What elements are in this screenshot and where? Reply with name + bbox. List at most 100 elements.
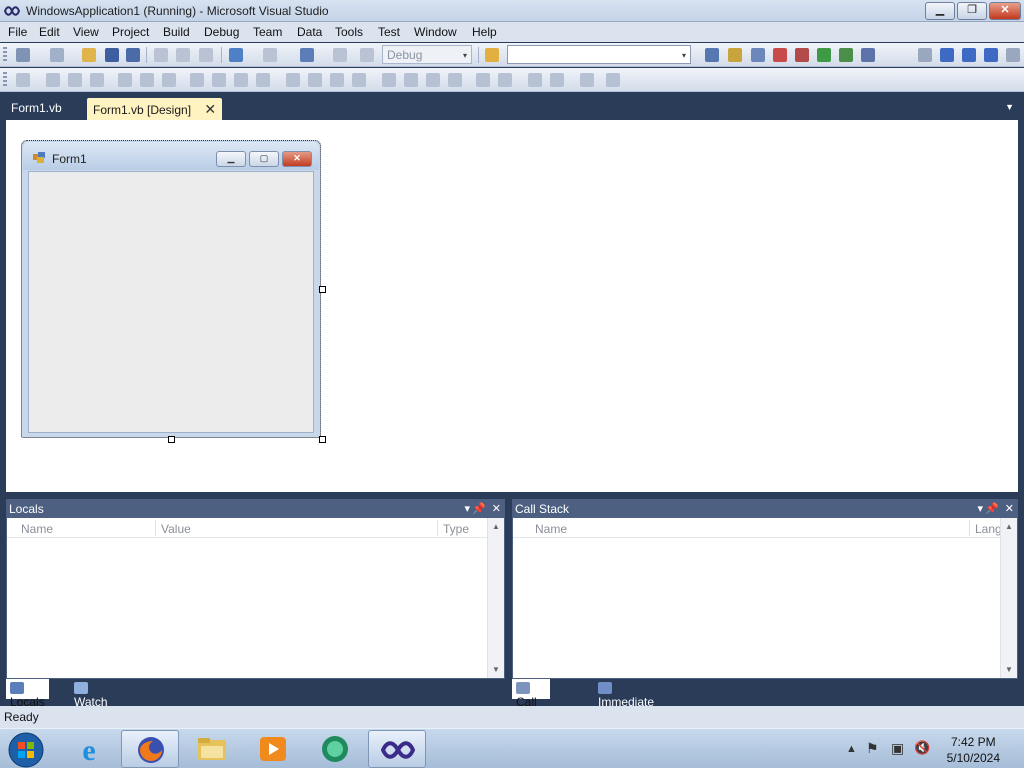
team-explorer-icon[interactable] bbox=[795, 48, 809, 62]
menu-view[interactable]: View bbox=[73, 25, 99, 39]
column-divider[interactable] bbox=[969, 520, 970, 536]
menu-team[interactable]: Team bbox=[253, 25, 282, 39]
column-language[interactable]: Lang bbox=[975, 522, 1002, 536]
menu-tools[interactable]: Tools bbox=[335, 25, 363, 39]
decrease-vertical-spacing-icon[interactable] bbox=[426, 73, 440, 87]
panel-options-icon[interactable]: ▾ bbox=[977, 502, 983, 515]
start-debugging-icon[interactable] bbox=[360, 48, 374, 62]
tab-locals[interactable]: Locals bbox=[6, 679, 49, 709]
remove-vertical-spacing-icon[interactable] bbox=[448, 73, 462, 87]
action-center-flag-icon[interactable]: ⚑ bbox=[866, 740, 879, 757]
paste-icon[interactable] bbox=[199, 48, 213, 62]
close-icon[interactable]: ✕ bbox=[1005, 502, 1014, 515]
remove-horizontal-spacing-icon[interactable] bbox=[352, 73, 366, 87]
tab-form1-vb[interactable]: Form1.vb bbox=[5, 98, 68, 120]
toolbox-icon[interactable] bbox=[773, 48, 787, 62]
center-vertically-icon[interactable] bbox=[498, 73, 512, 87]
resize-handle-bottom[interactable] bbox=[168, 436, 175, 443]
size-to-grid-icon[interactable] bbox=[212, 73, 226, 87]
menu-build[interactable]: Build bbox=[163, 25, 190, 39]
solution-explorer-icon[interactable] bbox=[705, 48, 719, 62]
align-bottoms-icon[interactable] bbox=[162, 73, 176, 87]
cut-icon[interactable] bbox=[154, 48, 168, 62]
toolbar-grip[interactable] bbox=[3, 72, 7, 88]
align-rights-icon[interactable] bbox=[90, 73, 104, 87]
column-type[interactable]: Type bbox=[443, 522, 469, 536]
close-icon[interactable]: ✕ bbox=[492, 502, 501, 515]
volume-muted-icon[interactable]: 🔇 bbox=[914, 740, 930, 756]
make-same-height-icon[interactable] bbox=[234, 73, 248, 87]
align-middles-icon[interactable] bbox=[140, 73, 154, 87]
close-button[interactable]: ✕ bbox=[989, 2, 1021, 20]
find-combo-box[interactable]: ▾ bbox=[507, 45, 691, 64]
scroll-up-icon[interactable]: ▲ bbox=[492, 522, 500, 531]
save-all-icon[interactable] bbox=[126, 48, 140, 62]
align-centers-icon[interactable] bbox=[68, 73, 82, 87]
horizontal-spacing-icon[interactable] bbox=[286, 73, 300, 87]
tab-watch1[interactable]: Watch 1 bbox=[70, 679, 112, 723]
new-project-icon[interactable] bbox=[16, 48, 30, 62]
form1-designer[interactable]: Form1 ▁ ▢ ✕ bbox=[21, 140, 321, 438]
show-hidden-icons-icon[interactable]: ▲ bbox=[846, 743, 857, 755]
tab-call-stack[interactable]: Call Stack bbox=[512, 679, 551, 723]
make-same-width-icon[interactable] bbox=[190, 73, 204, 87]
break-all-icon[interactable] bbox=[940, 48, 954, 62]
align-tops-icon[interactable] bbox=[118, 73, 132, 87]
taskbar-app[interactable] bbox=[306, 730, 364, 768]
column-divider[interactable] bbox=[437, 520, 438, 536]
vertical-spacing-icon[interactable] bbox=[382, 73, 396, 87]
menu-window[interactable]: Window bbox=[414, 25, 457, 39]
undo-icon[interactable] bbox=[229, 48, 243, 62]
open-file-icon[interactable] bbox=[82, 48, 96, 62]
column-name[interactable]: Name bbox=[535, 522, 567, 536]
find-in-files-icon[interactable] bbox=[485, 48, 499, 62]
resize-handle-right[interactable] bbox=[319, 286, 326, 293]
panel-options-icon[interactable]: ▾ bbox=[464, 502, 470, 515]
increase-horizontal-spacing-icon[interactable] bbox=[308, 73, 322, 87]
start-page-icon[interactable] bbox=[817, 48, 831, 62]
menu-project[interactable]: Project bbox=[112, 25, 149, 39]
resize-handle-corner[interactable] bbox=[319, 436, 326, 443]
column-divider[interactable] bbox=[155, 520, 156, 536]
make-same-size-icon[interactable] bbox=[256, 73, 270, 87]
taskbar-explorer[interactable] bbox=[183, 730, 241, 768]
taskbar-media-player[interactable] bbox=[244, 730, 302, 768]
pin-icon[interactable]: 📌 bbox=[985, 502, 999, 515]
align-lefts-icon[interactable] bbox=[46, 73, 60, 87]
show-next-statement-icon[interactable] bbox=[1006, 48, 1020, 62]
center-horizontally-icon[interactable] bbox=[476, 73, 490, 87]
send-to-back-icon[interactable] bbox=[550, 73, 564, 87]
vertical-scrollbar[interactable]: ▲ ▼ bbox=[487, 518, 504, 678]
menu-help[interactable]: Help bbox=[472, 25, 497, 39]
clock[interactable]: 7:42 PM 5/10/2024 bbox=[947, 734, 1000, 766]
menu-test[interactable]: Test bbox=[378, 25, 400, 39]
properties-icon[interactable] bbox=[728, 48, 742, 62]
navigate-forward-icon[interactable] bbox=[333, 48, 347, 62]
decrease-horizontal-spacing-icon[interactable] bbox=[330, 73, 344, 87]
bring-to-front-icon[interactable] bbox=[528, 73, 542, 87]
form-close-button[interactable]: ✕ bbox=[282, 151, 312, 167]
taskbar-firefox[interactable] bbox=[121, 730, 179, 768]
network-icon[interactable]: ▣ bbox=[891, 740, 904, 757]
lock-controls-icon[interactable] bbox=[606, 73, 620, 87]
object-browser-icon[interactable] bbox=[751, 48, 765, 62]
column-name[interactable]: Name bbox=[21, 522, 53, 536]
copy-icon[interactable] bbox=[176, 48, 190, 62]
stop-debugging-icon[interactable] bbox=[962, 48, 976, 62]
redo-icon[interactable] bbox=[263, 48, 277, 62]
form-minimize-button[interactable]: ▁ bbox=[216, 151, 246, 167]
add-item-icon[interactable] bbox=[50, 48, 64, 62]
navigate-backward-icon[interactable] bbox=[300, 48, 314, 62]
form-maximize-button[interactable]: ▢ bbox=[249, 151, 279, 167]
tab-immediate-window[interactable]: Immediate Window bbox=[594, 679, 658, 723]
toolbar-grip[interactable] bbox=[3, 47, 7, 63]
menu-data[interactable]: Data bbox=[297, 25, 322, 39]
save-icon[interactable] bbox=[105, 48, 119, 62]
tab-form1-design[interactable]: Form1.vb [Design] ✕ bbox=[87, 98, 223, 120]
close-tab-icon[interactable]: ✕ bbox=[204, 101, 216, 117]
minimize-button[interactable]: ▁ bbox=[925, 2, 955, 20]
vertical-scrollbar[interactable]: ▲ ▼ bbox=[1000, 518, 1017, 678]
scroll-down-icon[interactable]: ▼ bbox=[1005, 665, 1013, 674]
scroll-up-icon[interactable]: ▲ bbox=[1005, 522, 1013, 531]
taskbar-visual-studio[interactable] bbox=[368, 730, 426, 768]
